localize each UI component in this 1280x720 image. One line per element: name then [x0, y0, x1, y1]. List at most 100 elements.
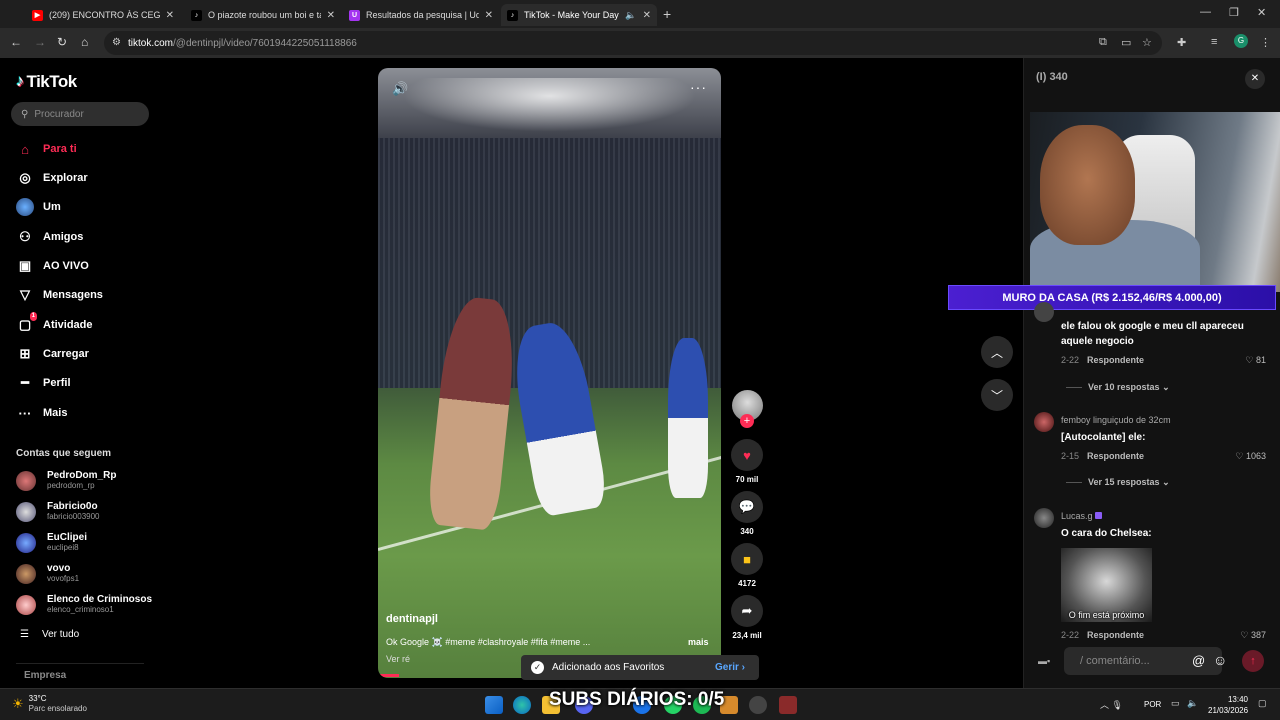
- tab-tiktok-video[interactable]: ♪ O piazote roubou um boi e tá f ✕: [185, 4, 341, 26]
- comment-like-button[interactable]: ♡ 81: [1226, 355, 1266, 366]
- comment-date: 2-15: [1061, 451, 1080, 461]
- nav-more[interactable]: ··· Mais: [16, 404, 68, 422]
- like-action[interactable]: ♥ 70 mil: [731, 439, 763, 484]
- home-icon[interactable]: ⌂: [81, 35, 88, 49]
- reply-button[interactable]: Respondente: [1087, 451, 1144, 461]
- comment-like-button[interactable]: ♡ 1063: [1226, 451, 1266, 462]
- company-link[interactable]: Empresa: [24, 670, 66, 681]
- bookmark-icon[interactable]: ■: [731, 543, 763, 575]
- close-tab-icon[interactable]: ✕: [485, 10, 493, 21]
- video-more-options-icon[interactable]: ···: [690, 79, 707, 95]
- nav-um[interactable]: Um: [16, 198, 61, 216]
- reply-button[interactable]: Respondente: [1087, 630, 1144, 640]
- following-account[interactable]: vovo vovofps1: [16, 563, 79, 584]
- tab-tiktok-active[interactable]: ♪ TikTok - Make Your Day 🔈 ✕: [501, 4, 657, 26]
- comment-count: 340: [740, 527, 754, 536]
- nav-activity[interactable]: ▢ 1 Atividade: [16, 312, 93, 334]
- obs-icon[interactable]: [749, 696, 767, 714]
- weather-widget[interactable]: ☀ 33°C Parc ensolarado: [12, 694, 87, 714]
- reply-button[interactable]: Respondente: [1087, 355, 1144, 365]
- mention-icon[interactable]: @: [1192, 653, 1205, 668]
- view-replies-button[interactable]: Ver 10 respostas ⌄: [1066, 382, 1170, 393]
- tiktok-logo[interactable]: ♪ TikTok: [16, 72, 77, 92]
- previous-video-button[interactable]: ︿: [981, 336, 1013, 368]
- following-account[interactable]: Fabricio0o fabricio003900: [16, 501, 99, 522]
- comment-like-button[interactable]: ♡ 387: [1226, 630, 1266, 641]
- edge-icon[interactable]: [513, 696, 531, 714]
- windows-start-icon[interactable]: [485, 696, 503, 714]
- minimize-button[interactable]: —: [1200, 6, 1211, 18]
- nav-upload[interactable]: ⊞ Carregar: [16, 345, 89, 363]
- site-info-icon[interactable]: ⚙: [112, 37, 121, 48]
- following-account[interactable]: PedroDom_Rp pedrodom_rp: [16, 470, 116, 491]
- close-comments-button[interactable]: ✕: [1245, 69, 1265, 89]
- new-tab-button[interactable]: +: [663, 6, 671, 22]
- menu-kebab-icon[interactable]: ⋮: [1260, 36, 1271, 49]
- comment-action[interactable]: 💬 340: [731, 491, 763, 536]
- game-app-icon[interactable]: [779, 696, 797, 714]
- view-replies-button[interactable]: Ver 15 respostas ⌄: [1066, 477, 1170, 488]
- avatar[interactable]: [1034, 508, 1054, 528]
- manage-link[interactable]: Gerir ›: [715, 662, 745, 673]
- volume-icon[interactable]: 🔊: [392, 81, 408, 97]
- system-clock[interactable]: 13:40 21/03/2026: [1208, 694, 1248, 716]
- tab-youtube[interactable]: ▶ (209) ENCONTRO ÀS CEGAS CO ✕: [26, 4, 180, 26]
- account-handle: euclipei8: [47, 543, 79, 552]
- nav-explore[interactable]: ◎ Explorar: [16, 169, 87, 187]
- comment-icon[interactable]: 💬: [731, 491, 763, 523]
- following-account[interactable]: Elenco de Criminosos elenco_criminoso1: [16, 594, 152, 615]
- avatar: [16, 594, 36, 615]
- heart-icon[interactable]: ♥: [731, 439, 763, 471]
- comments-title: (I) 340: [1036, 71, 1068, 83]
- send-comment-button[interactable]: ↑: [1242, 650, 1264, 672]
- language-indicator[interactable]: POR: [1144, 700, 1161, 709]
- close-tab-icon[interactable]: ✕: [643, 10, 651, 21]
- account-name: EuClipei: [47, 532, 88, 543]
- see-original-link[interactable]: Ver ré: [386, 654, 410, 664]
- extensions-icon[interactable]: ✚: [1177, 36, 1186, 49]
- nav-messages[interactable]: ▽ Mensagens: [16, 286, 103, 304]
- follow-button[interactable]: +: [740, 414, 754, 428]
- close-tab-icon[interactable]: ✕: [166, 10, 174, 21]
- close-window-button[interactable]: ✕: [1257, 6, 1266, 19]
- expand-description-button[interactable]: mais: [688, 637, 709, 647]
- nav-profile[interactable]: ━ Perfil: [16, 374, 70, 392]
- maximize-button[interactable]: ❐: [1229, 6, 1239, 19]
- emoji-icon[interactable]: ☺: [1213, 652, 1227, 668]
- volume-tray-icon[interactable]: 🔈: [1187, 698, 1198, 709]
- tab-udemy[interactable]: U Resultados da pesquisa | Udem ✕: [343, 4, 499, 26]
- translate-icon[interactable]: ⧉: [1099, 36, 1107, 49]
- see-all-link[interactable]: ☰ Ver tudo: [20, 629, 79, 640]
- video-username[interactable]: dentinapjl: [386, 613, 438, 625]
- cast-icon[interactable]: ▭: [1121, 36, 1131, 49]
- search-input[interactable]: ⚲ Procurador: [11, 102, 149, 126]
- nav-friends[interactable]: ⚇ Amigos: [16, 228, 83, 246]
- profile-avatar-icon[interactable]: G: [1234, 34, 1248, 48]
- network-icon[interactable]: ▭: [1171, 698, 1180, 709]
- nav-for-you[interactable]: ⌂ Para ti: [16, 140, 77, 158]
- forward-icon[interactable]: →: [34, 35, 46, 49]
- video-progress-bar[interactable]: [378, 674, 399, 677]
- nav-live[interactable]: ▣ AO VIVO: [16, 257, 89, 275]
- back-icon[interactable]: ←: [10, 35, 22, 49]
- following-account[interactable]: EuClipei euclipei8: [16, 532, 87, 553]
- address-bar[interactable]: ⚙ tiktok.com/@dentinpjl/video/7601944225…: [104, 31, 1162, 55]
- share-action[interactable]: ➦ 23,4 mil: [731, 595, 763, 640]
- share-icon[interactable]: ➦: [731, 595, 763, 627]
- video-player[interactable]: 🔊 ··· dentinapjl Ok Google ☠️ #meme #cla…: [378, 68, 721, 678]
- favorite-action[interactable]: ■ 4172: [731, 543, 763, 588]
- speaker-icon[interactable]: 🔈: [625, 10, 636, 21]
- tray-icons[interactable]: ︿ 🎙: [1100, 698, 1123, 711]
- next-video-button[interactable]: ﹀: [981, 379, 1013, 411]
- reload-icon[interactable]: ↻: [57, 35, 67, 49]
- comment-username[interactable]: Lucas.g: [1061, 511, 1103, 521]
- notifications-icon[interactable]: ▢: [1258, 698, 1267, 709]
- media-controls-icon[interactable]: ≡: [1211, 36, 1217, 48]
- avatar[interactable]: [1034, 302, 1054, 322]
- bookmark-star-icon[interactable]: ☆: [1142, 36, 1152, 49]
- close-tab-icon[interactable]: ✕: [327, 10, 335, 21]
- heart-outline-icon: ♡: [1240, 630, 1249, 640]
- comment-username[interactable]: femboy linguiçudo de 32cm: [1061, 415, 1171, 425]
- nav-label: Carregar: [43, 348, 89, 360]
- avatar[interactable]: [1034, 412, 1054, 432]
